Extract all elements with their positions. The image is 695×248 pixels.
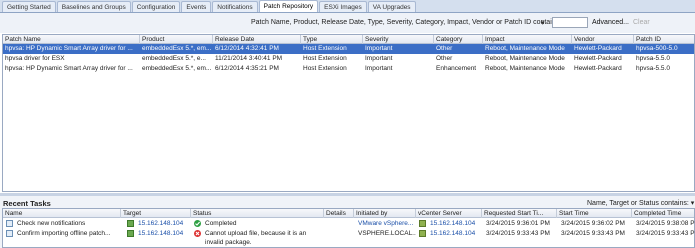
tasks-filter-label[interactable]: Name, Target or Status contains: ▾ (587, 199, 694, 207)
task-completed-time: 3/24/2015 9:38:08 P (636, 220, 695, 227)
task-row[interactable]: Check new notifications 15.162.148.104 C… (3, 219, 695, 229)
tab-va-upgrades[interactable]: VA Upgrades (367, 1, 416, 12)
patch-filter-label: Patch Name, Product, Release Date, Type,… (251, 19, 562, 26)
col-name[interactable]: Name (3, 209, 121, 218)
task-status: Cannot upload file, because it is an (205, 230, 307, 237)
patch-table: Patch Name Product Release Date Type Sev… (2, 34, 695, 192)
tasks-table-header: Name Target Status Details Initiated by … (3, 209, 694, 218)
table-row[interactable]: hpvsa: HP Dynamic Smart Array driver for… (3, 64, 694, 74)
col-category[interactable]: Category (434, 35, 483, 44)
col-release-date[interactable]: Release Date (213, 35, 301, 44)
patch-id: hpvsa-5.5.0 (636, 65, 670, 72)
error-icon (194, 230, 201, 237)
patch-release-date: 6/12/2014 4:35:21 PM (215, 65, 279, 72)
patch-impact: Reboot, Maintenance Mode (485, 45, 565, 52)
task-initiated-by: VSPHERE.LOCAL... (358, 230, 416, 237)
tab-baselines-and-groups[interactable]: Baselines and Groups (56, 1, 131, 12)
table-row[interactable]: hpvsa driver for ESX embeddedEsx 5.*, e.… (3, 54, 694, 64)
task-row[interactable]: Confirm importing offline patch... 15.16… (3, 229, 695, 248)
task-initiated-by[interactable]: VMware vSphere... (356, 219, 416, 228)
patch-id: hpvsa-500-5.0 (636, 45, 678, 52)
vcenter-icon (419, 220, 426, 227)
task-status: Completed (205, 220, 237, 227)
recent-tasks-panel: Recent Tasks Name, Target or Status cont… (0, 196, 695, 248)
patch-type: Host Extension (303, 65, 347, 72)
task-target-link[interactable]: 15.162.148.104 (136, 219, 191, 228)
patch-category: Other (436, 55, 453, 62)
col-patch-id[interactable]: Patch ID (634, 35, 695, 44)
task-requested-start: 3/24/2015 9:36:01 PM (486, 220, 550, 227)
patch-filter-bar: Patch Name, Product, Release Date, Type,… (0, 13, 695, 33)
vcenter-icon (419, 230, 426, 237)
patch-name: hpvsa: HP Dynamic Smart Array driver for… (5, 65, 133, 72)
host-icon (127, 230, 134, 237)
patch-product: embeddedEsx 5.*, e... (142, 55, 206, 62)
patch-category: Other (436, 45, 453, 52)
col-initiated-by[interactable]: Initiated by (354, 209, 416, 218)
col-vendor[interactable]: Vendor (572, 35, 634, 44)
patch-severity: Important (365, 55, 393, 62)
col-severity[interactable]: Severity (363, 35, 434, 44)
patch-name: hpvsa: HP Dynamic Smart Array driver for… (5, 45, 133, 52)
patch-impact: Reboot, Maintenance Mode (485, 55, 565, 62)
tab-patch-repository[interactable]: Patch Repository (258, 0, 319, 12)
clear-button[interactable]: Clear (633, 19, 650, 26)
patch-table-header: Patch Name Product Release Date Type Sev… (3, 35, 694, 44)
task-icon (6, 230, 13, 237)
col-vcenter-server[interactable]: vCenter Server (416, 209, 482, 218)
patch-vendor: Hewlett-Packard (574, 45, 622, 52)
col-requested-start[interactable]: Requested Start Ti... (482, 209, 557, 218)
tab-esxi-images[interactable]: ESXi Images (319, 1, 367, 12)
patch-type: Host Extension (303, 55, 347, 62)
patch-name: hpvsa driver for ESX (5, 55, 65, 62)
tab-getting-started[interactable]: Getting Started (2, 1, 56, 12)
tab-bar: Getting Started Baselines and Groups Con… (0, 0, 695, 13)
task-status-line2: invalid package. (205, 239, 252, 246)
patch-category: Enhancement (436, 65, 477, 72)
task-details (324, 219, 354, 228)
advanced-button[interactable]: Advanced... (592, 19, 629, 26)
col-target[interactable]: Target (121, 209, 191, 218)
patch-product: embeddedEsx 5.*, em... (142, 45, 212, 52)
col-details[interactable]: Details (324, 209, 354, 218)
col-product[interactable]: Product (140, 35, 213, 44)
task-start-time: 3/24/2015 9:36:02 PM (561, 220, 625, 227)
filter-dropdown-icon[interactable]: ▾ (541, 19, 545, 27)
patch-vendor: Hewlett-Packard (574, 65, 622, 72)
patch-impact: Reboot, Maintenance Mode (485, 65, 565, 72)
col-patch-name[interactable]: Patch Name (3, 35, 140, 44)
patch-release-date: 6/12/2014 4:32:41 PM (215, 45, 279, 52)
patch-type: Host Extension (303, 45, 347, 52)
task-name: Confirm importing offline patch... (17, 230, 111, 237)
task-icon (6, 220, 13, 227)
check-icon (194, 220, 201, 227)
task-requested-start: 3/24/2015 9:33:43 PM (486, 230, 550, 237)
tasks-table: Name Target Status Details Initiated by … (2, 208, 695, 248)
patch-severity: Important (365, 45, 393, 52)
tab-events[interactable]: Events (181, 1, 212, 12)
col-start-time[interactable]: Start Time (557, 209, 632, 218)
task-vcenter-link[interactable]: 15.162.148.104 (428, 219, 482, 228)
col-completed-time[interactable]: Completed Time (632, 209, 695, 218)
task-completed-time: 3/24/2015 9:33:43 P (636, 230, 695, 237)
col-type[interactable]: Type (301, 35, 363, 44)
task-vcenter-link[interactable]: 15.162.148.104 (428, 229, 482, 238)
table-row[interactable]: hpvsa: HP Dynamic Smart Array driver for… (3, 44, 694, 54)
task-name: Check new notifications (17, 220, 86, 227)
host-icon (127, 220, 134, 227)
task-start-time: 3/24/2015 9:33:43 PM (561, 230, 625, 237)
tab-configuration[interactable]: Configuration (131, 1, 181, 12)
col-impact[interactable]: Impact (483, 35, 572, 44)
patch-release-date: 11/21/2014 3:40:41 PM (215, 55, 283, 62)
patch-vendor: Hewlett-Packard (574, 55, 622, 62)
patch-id: hpvsa-5.5.0 (636, 55, 670, 62)
recent-tasks-title: Recent Tasks (3, 199, 51, 208)
patch-severity: Important (365, 65, 393, 72)
task-details (324, 229, 354, 238)
task-target-link[interactable]: 15.162.148.104 (136, 229, 191, 238)
patch-filter-input[interactable] (552, 17, 588, 28)
col-status[interactable]: Status (191, 209, 324, 218)
patch-product: embeddedEsx 5.*, em... (142, 65, 212, 72)
tab-notifications[interactable]: Notifications (212, 1, 258, 12)
